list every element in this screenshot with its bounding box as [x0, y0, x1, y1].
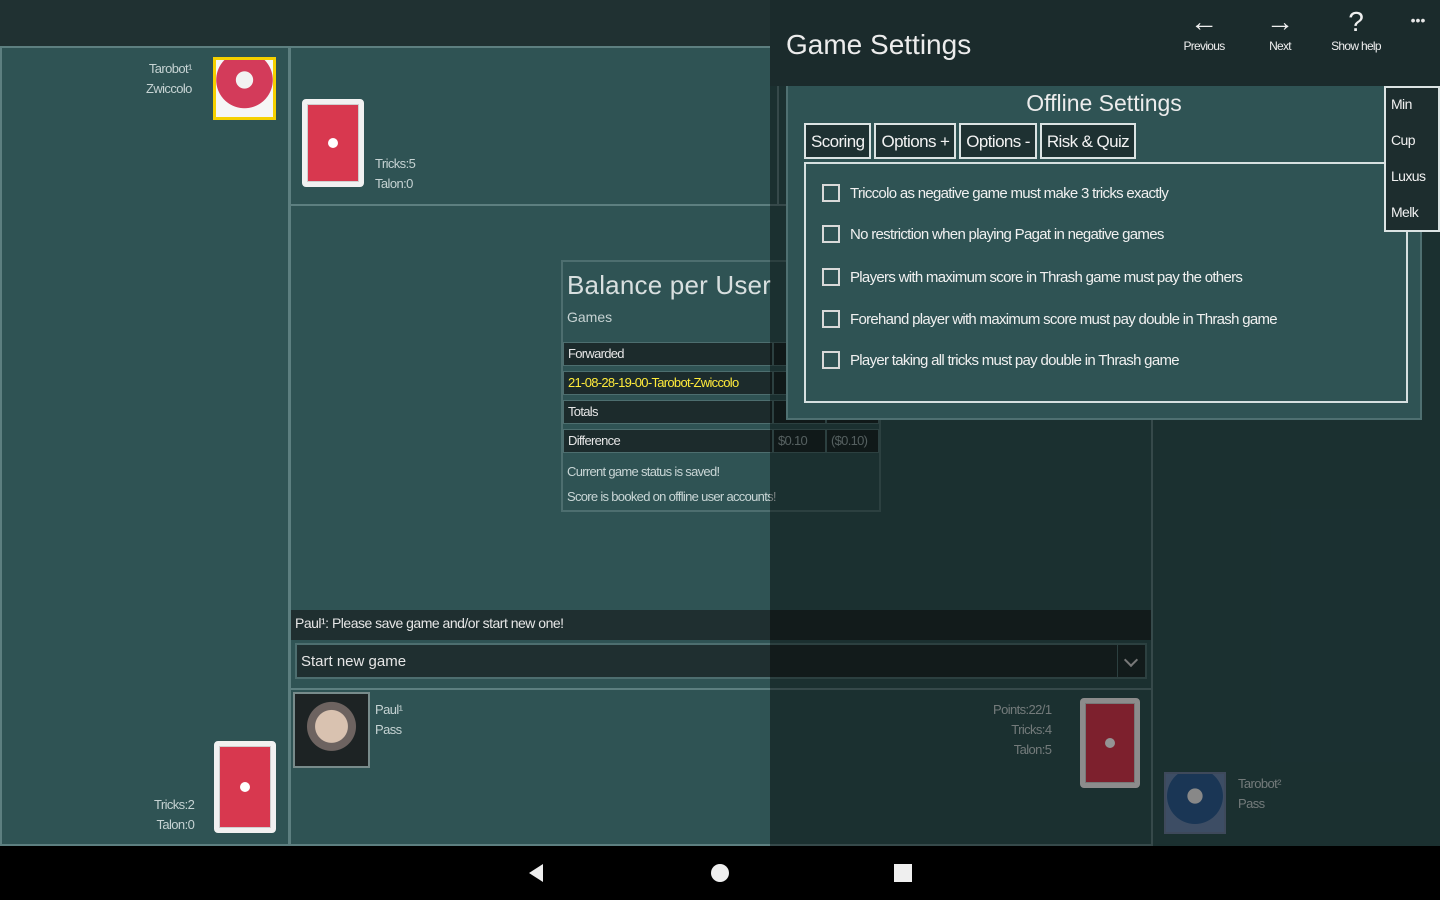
balance-status-booked: Score is booked on offline user accounts…	[567, 489, 777, 504]
side-menu-item-melk[interactable]: Melk	[1386, 204, 1438, 240]
game-action-selected: Start new game	[301, 653, 407, 670]
options-list: Triccolo as negative game must make 3 tr…	[804, 162, 1408, 403]
option-checkbox[interactable]	[822, 268, 840, 286]
side-menu-item-cup[interactable]: Cup	[1386, 132, 1438, 168]
offline-settings-title: Offline Settings	[1026, 90, 1182, 116]
settings-side-menu: Min Cup Luxus Melk	[1384, 86, 1440, 232]
left-player-name: Tarobot¹ Zwiccolo	[146, 61, 192, 96]
previous-button[interactable]: ← Previous	[1168, 7, 1240, 57]
left-player-stats: Tricks:2 Talon:0	[154, 797, 195, 832]
arrow-right-icon: →	[1266, 6, 1294, 37]
more-icon: •••	[1410, 12, 1426, 28]
option-checkbox[interactable]	[822, 310, 840, 328]
settings-tabs: Scoring Options + Options - Risk & Quiz	[804, 123, 1137, 159]
arrow-left-icon: ←	[1190, 6, 1218, 37]
bottom-player-info: Paul¹ Pass	[375, 702, 403, 737]
offline-settings-panel: Offline Settings Scoring Options + Optio…	[786, 86, 1422, 420]
side-menu-item-luxus[interactable]: Luxus	[1386, 168, 1438, 204]
tab-options-minus[interactable]: Options -	[959, 123, 1037, 159]
settings-title: Game Settings	[786, 29, 972, 60]
option-checkbox[interactable]	[822, 225, 840, 243]
back-icon[interactable]	[529, 864, 543, 882]
option-row[interactable]: Forehand player with maximum score must …	[822, 310, 1278, 328]
option-row[interactable]: Players with maximum score in Thrash gam…	[822, 268, 1243, 286]
left-player-card[interactable]	[214, 741, 276, 833]
option-checkbox[interactable]	[822, 351, 840, 369]
left-player-panel	[0, 46, 290, 846]
balance-status-saved: Current game status is saved!	[567, 464, 720, 479]
next-button[interactable]: → Next	[1244, 7, 1316, 57]
side-menu-item-min[interactable]: Min	[1386, 96, 1438, 132]
tab-risk-quiz[interactable]: Risk & Quiz	[1039, 123, 1137, 159]
option-row[interactable]: No restriction when playing Pagat in neg…	[822, 225, 1164, 243]
option-checkbox[interactable]	[822, 184, 840, 202]
top-player-card[interactable]	[302, 99, 364, 187]
home-icon[interactable]	[711, 864, 729, 882]
help-icon: ?	[1348, 6, 1364, 37]
option-row[interactable]: Triccolo as negative game must make 3 tr…	[822, 184, 1169, 202]
recent-apps-icon[interactable]	[894, 864, 912, 882]
tab-options-plus[interactable]: Options +	[874, 123, 957, 159]
bottom-player-avatar[interactable]	[293, 692, 370, 768]
option-row[interactable]: Player taking all tricks must pay double…	[822, 351, 1180, 369]
show-help-button[interactable]: ? Show help	[1320, 7, 1392, 57]
more-options-button[interactable]: •••	[1400, 12, 1436, 40]
top-player-stats: Tricks:5 Talon:0	[375, 156, 416, 191]
tab-scoring[interactable]: Scoring	[804, 123, 872, 159]
left-player-avatar[interactable]	[213, 57, 276, 120]
